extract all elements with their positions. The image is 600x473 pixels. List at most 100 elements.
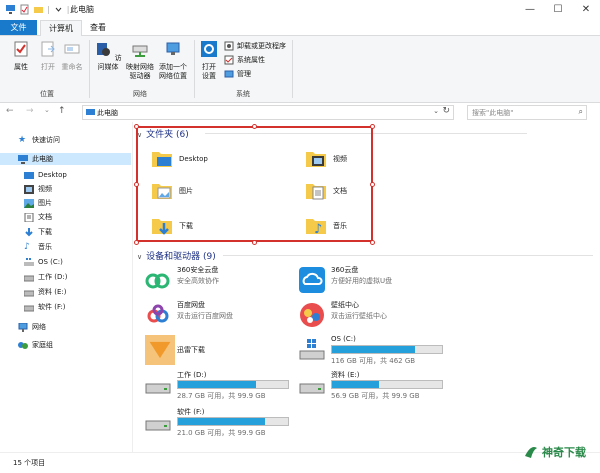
- properties-button[interactable]: 属性: [8, 40, 34, 72]
- new-folder-icon[interactable]: [33, 4, 44, 15]
- minimize-button[interactable]: —: [516, 0, 544, 20]
- rename-button[interactable]: 重命名: [60, 40, 84, 72]
- nav-drive-c[interactable]: OS (C:): [24, 256, 63, 268]
- drives-section-header[interactable]: ∨ 设备和驱动器 (9): [137, 249, 597, 262]
- nav-label: 文档: [38, 213, 52, 221]
- search-icon[interactable]: ⌕: [579, 107, 583, 117]
- frame-handle: [134, 240, 139, 245]
- drive-usage-fill: [178, 418, 265, 425]
- picture-icon: [24, 198, 34, 208]
- frame-handle: [370, 240, 375, 245]
- drive-subtitle: 双击运行壁纸中心: [331, 312, 387, 320]
- nav-label: 快速访问: [32, 136, 60, 144]
- uninstall-button[interactable]: 卸载或更改程序: [224, 41, 286, 51]
- nav-label: 网络: [32, 323, 46, 331]
- open-settings-label-2: 设置: [202, 72, 216, 80]
- open-button[interactable]: 打开: [36, 40, 60, 72]
- nav-this-pc[interactable]: 此电脑: [0, 153, 131, 165]
- nav-music[interactable]: ♪ 音乐: [24, 241, 52, 253]
- drive-icon: [145, 420, 171, 431]
- drive-wallpaper[interactable]: 壁纸中心 双击运行壁纸中心: [299, 300, 459, 328]
- ribbon-divider: [89, 40, 90, 98]
- nav-drive-f[interactable]: 软件 (F:): [24, 301, 66, 313]
- cloud-icon: [299, 267, 325, 293]
- tab-view[interactable]: 查看: [84, 20, 112, 35]
- add-network-location-button[interactable]: 添加一个 网络位置: [156, 40, 190, 81]
- drive-icon: [145, 383, 171, 394]
- drive-e[interactable]: 资料 (E:) 56.9 GB 可用，共 99.9 GB: [299, 370, 459, 402]
- search-input[interactable]: 搜索"此电脑" ⌕: [467, 105, 587, 120]
- highlight-frame: [136, 126, 373, 242]
- back-button[interactable]: ←: [6, 106, 14, 116]
- drives-header-text: 设备和驱动器 (9): [146, 252, 216, 262]
- close-button[interactable]: ✕: [572, 0, 600, 20]
- frame-handle: [370, 182, 375, 187]
- nav-network[interactable]: 网络: [18, 321, 46, 333]
- windows-drive-icon: [299, 339, 325, 360]
- nav-drive-e[interactable]: 资料 (E:): [24, 286, 66, 298]
- settings-icon: [201, 41, 217, 57]
- search-placeholder: 搜索"此电脑": [472, 109, 514, 117]
- nav-drive-d[interactable]: 工作 (D:): [24, 271, 67, 283]
- drive-capacity: 28.7 GB 可用，共 99.9 GB: [177, 392, 266, 400]
- map-drive-button[interactable]: 映射网络 驱动器: [124, 40, 156, 81]
- tab-file[interactable]: 文件: [0, 20, 37, 35]
- ribbon: 属性 打开 重命名 位置 访问媒体 映射网络 驱动器 添加一个 网络位置 网络 …: [0, 36, 600, 103]
- address-bar-row: ← → ⌄ ↑ 此电脑 ⌄ ↻ 搜索"此电脑" ⌕: [0, 103, 600, 121]
- drive-c[interactable]: OS (C:) 116 GB 可用，共 462 GB: [299, 335, 459, 367]
- recent-locations-button[interactable]: ⌄: [44, 106, 50, 114]
- nav-desktop[interactable]: Desktop: [24, 169, 67, 181]
- drive-name: 360安全云盘: [177, 266, 219, 274]
- document-icon: [24, 212, 34, 222]
- drive-360-yun[interactable]: 360安全云盘 安全高效协作: [145, 265, 295, 293]
- manage-button[interactable]: 管理: [224, 69, 251, 79]
- drive-d[interactable]: 工作 (D:) 28.7 GB 可用，共 99.9 GB: [145, 370, 305, 402]
- chevron-down-icon[interactable]: ⌄: [433, 107, 439, 115]
- properties-icon[interactable]: [19, 4, 30, 15]
- drive-xunlei[interactable]: 迅雷下载: [145, 335, 295, 365]
- open-settings-button[interactable]: 打开 设置: [197, 40, 221, 81]
- nav-downloads[interactable]: 下载: [24, 226, 52, 238]
- chevron-down-icon[interactable]: [53, 4, 64, 15]
- navigation-pane: ★ 快速访问 此电脑 Desktop 视频 图片 文档 下载 ♪ 音乐 OS (…: [0, 122, 133, 452]
- drive-usage-fill: [178, 381, 257, 388]
- drive-name: 壁纸中心: [331, 301, 359, 309]
- drive-capacity: 116 GB 可用，共 462 GB: [331, 357, 416, 365]
- drive-baidu[interactable]: 百度网盘 双击运行百度网盘: [145, 300, 295, 328]
- access-media-button[interactable]: 访问媒体: [92, 40, 124, 72]
- properties-icon: [14, 41, 28, 57]
- open-icon: [41, 41, 55, 57]
- tab-computer[interactable]: 计算机: [40, 20, 82, 36]
- nav-homegroup[interactable]: 家庭组: [18, 339, 53, 351]
- drive-360-cloud[interactable]: 360云盘 方便好用的虚拟U盘: [299, 265, 459, 293]
- up-button[interactable]: ↑: [58, 106, 66, 116]
- check-icon: [224, 55, 234, 65]
- pc-icon: [6, 5, 15, 14]
- location-group-label: 位置: [40, 90, 54, 98]
- drive-subtitle: 安全高效协作: [177, 277, 219, 285]
- network-group-label: 网络: [133, 90, 147, 98]
- nav-quick-access[interactable]: ★ 快速访问: [18, 134, 60, 146]
- nav-videos[interactable]: 视频: [24, 183, 52, 195]
- section-divider: [223, 255, 593, 256]
- download-icon: [25, 227, 33, 236]
- drive-usage-bar: [177, 380, 289, 389]
- maximize-button[interactable]: ☐: [544, 0, 572, 20]
- drive-f[interactable]: 软件 (F:) 21.0 GB 可用，共 99.9 GB: [145, 407, 305, 439]
- pc-icon: [18, 154, 28, 164]
- nav-label: 音乐: [38, 243, 52, 251]
- nav-pictures[interactable]: 图片: [24, 197, 52, 209]
- 360-cloud-icon: [145, 273, 170, 289]
- window-title: 此电脑: [70, 5, 94, 14]
- drive-icon: [24, 305, 34, 311]
- forward-button[interactable]: →: [26, 106, 34, 116]
- baidu-cloud-icon: [147, 304, 169, 323]
- drive-usage-bar: [177, 417, 289, 426]
- refresh-icon[interactable]: ↻: [442, 106, 450, 116]
- address-input[interactable]: 此电脑 ⌄ ↻: [82, 105, 454, 120]
- rename-label: 重命名: [61, 63, 83, 71]
- star-icon: ★: [18, 134, 27, 145]
- nav-documents[interactable]: 文档: [24, 211, 52, 223]
- system-properties-button[interactable]: 系统属性: [224, 55, 265, 65]
- drive-icon: [24, 275, 34, 281]
